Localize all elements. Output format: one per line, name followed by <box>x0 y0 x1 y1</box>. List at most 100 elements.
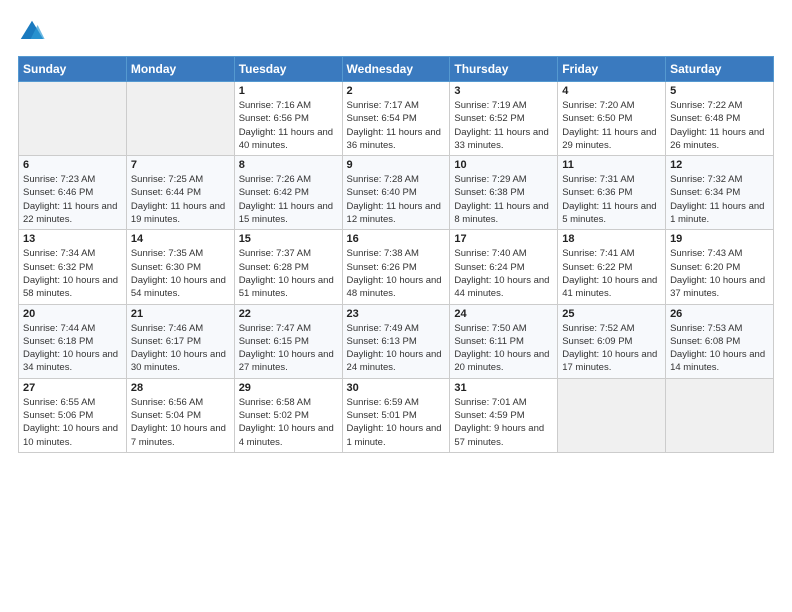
day-cell: 7 Sunrise: 7:25 AMSunset: 6:44 PMDaylight… <box>126 156 234 230</box>
week-row-3: 20 Sunrise: 7:44 AMSunset: 6:18 PMDayligh… <box>19 304 774 378</box>
day-number: 31 <box>454 382 553 394</box>
day-cell: 25 Sunrise: 7:52 AMSunset: 6:09 PMDayligh… <box>558 304 666 378</box>
day-number: 21 <box>131 308 230 320</box>
day-cell: 23 Sunrise: 7:49 AMSunset: 6:13 PMDayligh… <box>342 304 450 378</box>
day-number: 18 <box>562 233 661 245</box>
day-info: Sunrise: 7:40 AMSunset: 6:24 PMDaylight:… <box>454 247 553 300</box>
weekday-header-row: SundayMondayTuesdayWednesdayThursdayFrid… <box>19 57 774 82</box>
day-cell: 3 Sunrise: 7:19 AMSunset: 6:52 PMDaylight… <box>450 82 558 156</box>
day-number: 7 <box>131 159 230 171</box>
day-number: 2 <box>347 85 446 97</box>
day-cell: 8 Sunrise: 7:26 AMSunset: 6:42 PMDaylight… <box>234 156 342 230</box>
day-cell: 11 Sunrise: 7:31 AMSunset: 6:36 PMDayligh… <box>558 156 666 230</box>
day-number: 1 <box>239 85 338 97</box>
day-cell <box>666 378 774 452</box>
weekday-header-saturday: Saturday <box>666 57 774 82</box>
weekday-header-sunday: Sunday <box>19 57 127 82</box>
day-info: Sunrise: 7:26 AMSunset: 6:42 PMDaylight:… <box>239 173 338 226</box>
day-cell: 29 Sunrise: 6:58 AMSunset: 5:02 PMDayligh… <box>234 378 342 452</box>
day-cell: 14 Sunrise: 7:35 AMSunset: 6:30 PMDayligh… <box>126 230 234 304</box>
day-cell: 18 Sunrise: 7:41 AMSunset: 6:22 PMDayligh… <box>558 230 666 304</box>
day-info: Sunrise: 7:41 AMSunset: 6:22 PMDaylight:… <box>562 247 661 300</box>
day-info: Sunrise: 7:28 AMSunset: 6:40 PMDaylight:… <box>347 173 446 226</box>
day-cell: 6 Sunrise: 7:23 AMSunset: 6:46 PMDaylight… <box>19 156 127 230</box>
day-cell: 27 Sunrise: 6:55 AMSunset: 5:06 PMDayligh… <box>19 378 127 452</box>
day-info: Sunrise: 6:58 AMSunset: 5:02 PMDaylight:… <box>239 396 338 449</box>
day-number: 25 <box>562 308 661 320</box>
day-info: Sunrise: 7:32 AMSunset: 6:34 PMDaylight:… <box>670 173 769 226</box>
day-number: 30 <box>347 382 446 394</box>
day-info: Sunrise: 7:17 AMSunset: 6:54 PMDaylight:… <box>347 99 446 152</box>
day-number: 29 <box>239 382 338 394</box>
day-number: 24 <box>454 308 553 320</box>
weekday-header-friday: Friday <box>558 57 666 82</box>
day-cell: 26Sunrise: 7:53 AMSunset: 6:08 PMDayligh… <box>666 304 774 378</box>
day-number: 14 <box>131 233 230 245</box>
week-row-1: 6 Sunrise: 7:23 AMSunset: 6:46 PMDaylight… <box>19 156 774 230</box>
day-info: Sunrise: 7:29 AMSunset: 6:38 PMDaylight:… <box>454 173 553 226</box>
weekday-header-wednesday: Wednesday <box>342 57 450 82</box>
weekday-header-monday: Monday <box>126 57 234 82</box>
day-info: Sunrise: 7:52 AMSunset: 6:09 PMDaylight:… <box>562 322 661 375</box>
day-info: Sunrise: 7:50 AMSunset: 6:11 PMDaylight:… <box>454 322 553 375</box>
day-number: 13 <box>23 233 122 245</box>
day-info: Sunrise: 7:23 AMSunset: 6:46 PMDaylight:… <box>23 173 122 226</box>
day-number: 10 <box>454 159 553 171</box>
week-row-0: 1Sunrise: 7:16 AMSunset: 6:56 PMDaylight… <box>19 82 774 156</box>
day-cell: 4Sunrise: 7:20 AMSunset: 6:50 PMDaylight… <box>558 82 666 156</box>
day-cell <box>126 82 234 156</box>
day-cell: 15 Sunrise: 7:37 AMSunset: 6:28 PMDayligh… <box>234 230 342 304</box>
day-info: Sunrise: 7:35 AMSunset: 6:30 PMDaylight:… <box>131 247 230 300</box>
day-info: Sunrise: 6:59 AMSunset: 5:01 PMDaylight:… <box>347 396 446 449</box>
day-cell: 1Sunrise: 7:16 AMSunset: 6:56 PMDaylight… <box>234 82 342 156</box>
day-cell: 28 Sunrise: 6:56 AMSunset: 5:04 PMDayligh… <box>126 378 234 452</box>
day-number: 11 <box>562 159 661 171</box>
day-info: Sunrise: 7:44 AMSunset: 6:18 PMDaylight:… <box>23 322 122 375</box>
day-info: Sunrise: 6:56 AMSunset: 5:04 PMDaylight:… <box>131 396 230 449</box>
day-cell: 19Sunrise: 7:43 AMSunset: 6:20 PMDayligh… <box>666 230 774 304</box>
day-info: Sunrise: 7:25 AMSunset: 6:44 PMDaylight:… <box>131 173 230 226</box>
logo-icon <box>18 18 46 46</box>
day-number: 27 <box>23 382 122 394</box>
day-cell: 30 Sunrise: 6:59 AMSunset: 5:01 PMDayligh… <box>342 378 450 452</box>
calendar: SundayMondayTuesdayWednesdayThursdayFrid… <box>18 56 774 453</box>
day-number: 26 <box>670 308 769 320</box>
day-number: 28 <box>131 382 230 394</box>
day-info: Sunrise: 7:46 AMSunset: 6:17 PMDaylight:… <box>131 322 230 375</box>
day-number: 16 <box>347 233 446 245</box>
day-cell: 13Sunrise: 7:34 AMSunset: 6:32 PMDayligh… <box>19 230 127 304</box>
day-cell: 9 Sunrise: 7:28 AMSunset: 6:40 PMDaylight… <box>342 156 450 230</box>
page: SundayMondayTuesdayWednesdayThursdayFrid… <box>0 0 792 612</box>
day-number: 22 <box>239 308 338 320</box>
day-info: Sunrise: 7:20 AMSunset: 6:50 PMDaylight:… <box>562 99 661 152</box>
day-info: Sunrise: 7:37 AMSunset: 6:28 PMDaylight:… <box>239 247 338 300</box>
day-info: Sunrise: 7:38 AMSunset: 6:26 PMDaylight:… <box>347 247 446 300</box>
day-cell: 31Sunrise: 7:01 AMSunset: 4:59 PMDayligh… <box>450 378 558 452</box>
day-number: 23 <box>347 308 446 320</box>
day-number: 15 <box>239 233 338 245</box>
day-number: 9 <box>347 159 446 171</box>
day-cell <box>19 82 127 156</box>
day-cell: 20 Sunrise: 7:44 AMSunset: 6:18 PMDayligh… <box>19 304 127 378</box>
day-number: 3 <box>454 85 553 97</box>
calendar-body: 1Sunrise: 7:16 AMSunset: 6:56 PMDaylight… <box>19 82 774 453</box>
day-number: 19 <box>670 233 769 245</box>
day-number: 12 <box>670 159 769 171</box>
header <box>18 18 774 46</box>
day-info: Sunrise: 7:31 AMSunset: 6:36 PMDaylight:… <box>562 173 661 226</box>
day-info: Sunrise: 6:55 AMSunset: 5:06 PMDaylight:… <box>23 396 122 449</box>
day-info: Sunrise: 7:47 AMSunset: 6:15 PMDaylight:… <box>239 322 338 375</box>
day-cell: 2 Sunrise: 7:17 AMSunset: 6:54 PMDaylight… <box>342 82 450 156</box>
day-cell <box>558 378 666 452</box>
day-info: Sunrise: 7:22 AMSunset: 6:48 PMDaylight:… <box>670 99 769 152</box>
weekday-header-thursday: Thursday <box>450 57 558 82</box>
day-number: 6 <box>23 159 122 171</box>
day-number: 20 <box>23 308 122 320</box>
week-row-4: 27 Sunrise: 6:55 AMSunset: 5:06 PMDayligh… <box>19 378 774 452</box>
day-cell: 10 Sunrise: 7:29 AMSunset: 6:38 PMDayligh… <box>450 156 558 230</box>
day-cell: 5Sunrise: 7:22 AMSunset: 6:48 PMDaylight… <box>666 82 774 156</box>
day-cell: 22 Sunrise: 7:47 AMSunset: 6:15 PMDayligh… <box>234 304 342 378</box>
day-info: Sunrise: 7:19 AMSunset: 6:52 PMDaylight:… <box>454 99 553 152</box>
day-number: 8 <box>239 159 338 171</box>
day-info: Sunrise: 7:49 AMSunset: 6:13 PMDaylight:… <box>347 322 446 375</box>
